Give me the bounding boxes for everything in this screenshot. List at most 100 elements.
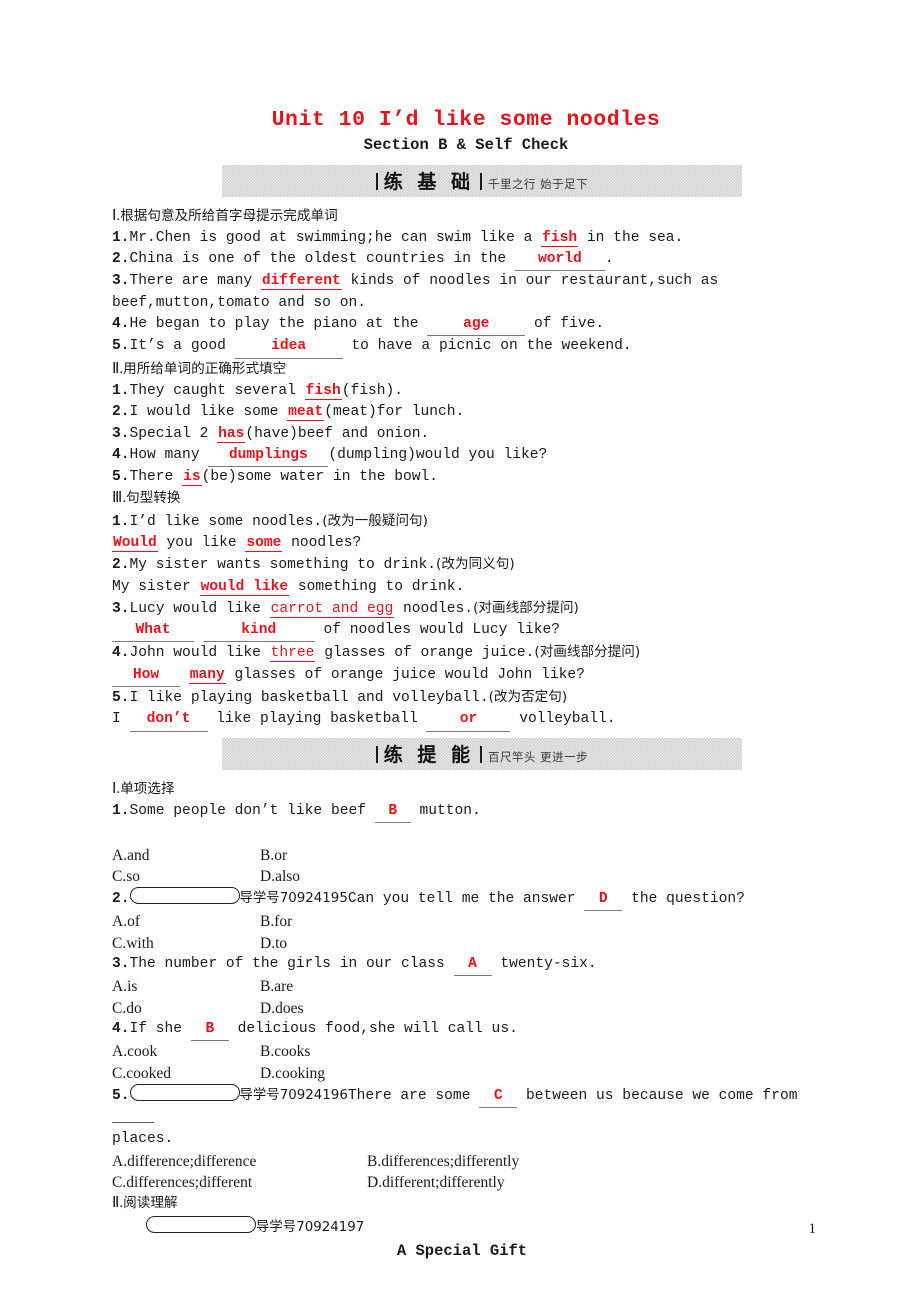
basics-p1-item-3-cont: beef,mutton,tomato and so on. xyxy=(112,294,366,311)
basics-p2-item-5: 5.There is(be)some water in the bowl. xyxy=(112,469,439,487)
guidance-label: 导学号 xyxy=(239,1087,280,1103)
option-b[interactable]: B.for xyxy=(260,913,292,930)
option-b[interactable]: B.cooks xyxy=(260,1043,310,1060)
option-b[interactable]: B.differences;differently xyxy=(367,1153,519,1170)
heading-ability-part1: Ⅰ.单项选择 xyxy=(112,780,175,797)
banner-practice-basics: 练 基 础 千里之行 始于足下 xyxy=(222,164,742,197)
banner-left-bar-icon xyxy=(375,746,378,764)
answer-blank: B xyxy=(374,801,411,824)
basics-p1-item-4: 4.He began to play the piano at the age … xyxy=(112,314,812,337)
basics-p2-item-1: 1.They caught several fish(fish). xyxy=(112,382,404,400)
heading-basics-part2: Ⅱ.用所给单词的正确形式填空 xyxy=(112,360,287,377)
mc-options-3: A.is B.are xyxy=(112,976,812,997)
mc-options-5: A.difference;difference B.differences;dif… xyxy=(112,1151,812,1172)
mc-options-4: A.cook B.cooks xyxy=(112,1041,812,1062)
answer-blank: is xyxy=(182,469,202,487)
option-d[interactable]: D.to xyxy=(260,935,287,952)
option-c[interactable]: C.do xyxy=(112,998,260,1019)
banner-inner: 练 基 础 千里之行 始于足下 xyxy=(375,167,589,194)
basics-p2-item-4: 4.How many dumplings (dumpling)would you … xyxy=(112,445,812,468)
answer-blank: age xyxy=(427,314,526,337)
mc-question-4: 4.If she B delicious food,she will call … xyxy=(112,1019,812,1042)
banner-right-bar-icon xyxy=(480,173,483,191)
underlined-phrase: carrot and egg xyxy=(269,600,395,618)
mc-options-3-row2: C.do D.does xyxy=(112,998,812,1019)
option-c[interactable]: C.cooked xyxy=(112,1063,260,1084)
option-a[interactable]: A.of xyxy=(112,911,260,932)
answer-blank: B xyxy=(190,1019,229,1042)
answer-blank: don’t xyxy=(129,709,208,732)
guidance-number: 70924195 xyxy=(279,891,348,907)
mc-options-5-row2: C.differences;different D.different;diffe… xyxy=(112,1172,812,1193)
mc-options-4-row2: C.cooked D.cooking xyxy=(112,1063,812,1084)
basics-p3-item-2-prompt: 2.My sister wants something to drink.(改为… xyxy=(112,556,515,574)
page-number: 1 xyxy=(808,1221,817,1237)
heading-basics-part3: Ⅲ.句型转换 xyxy=(112,490,181,507)
banner-title: 练 基 础 xyxy=(383,171,475,194)
mc-question-1: 1.Some people don’t like beef B mutton. xyxy=(112,801,812,824)
answer-blank: A xyxy=(453,954,492,977)
option-c[interactable]: C.so xyxy=(112,866,260,887)
answer-blank: meat xyxy=(287,404,325,422)
guidance-number: 70924196 xyxy=(279,1087,348,1103)
option-a[interactable]: A.is xyxy=(112,976,260,997)
basics-p2-item-2: 2.I would like some meat(meat)for lunch. xyxy=(112,404,465,422)
answer-blank: fish xyxy=(541,229,579,247)
basics-p3-item-5-prompt: 5.I like playing basketball and volleyba… xyxy=(112,689,568,707)
option-a[interactable]: A.cook xyxy=(112,1041,260,1062)
basics-p3-item-3-prompt: 3.Lucy would like carrot and egg noodles… xyxy=(112,599,579,618)
guidance-label: 导学号 xyxy=(256,1219,297,1235)
banner-motto: 千里之行 始于足下 xyxy=(488,177,589,192)
basics-p1-item-2: 2.China is one of the oldest countries i… xyxy=(112,249,812,272)
answer-blank: D xyxy=(584,889,623,912)
answer-blank: different xyxy=(260,273,342,291)
banner-left-bar-icon xyxy=(375,173,378,191)
empty-blank xyxy=(112,1108,154,1124)
basics-p3-item-4-answer: How many glasses of orange juice would J… xyxy=(112,665,812,688)
answer-blank: would like xyxy=(199,578,290,596)
reading-article-title: A Special Gift xyxy=(396,1241,528,1260)
basics-p3-item-5-answer: I don’t like playing basketball or volle… xyxy=(112,709,812,732)
option-a[interactable]: A.and xyxy=(112,845,260,866)
section-subtitle: Section B & Self Check xyxy=(363,135,569,154)
option-d[interactable]: D.different;differently xyxy=(367,1174,505,1191)
answer-blank: Would xyxy=(112,534,158,552)
answer-blank: kind xyxy=(202,620,315,643)
heading-basics-part1: Ⅰ.根据句意及所给首字母提示完成单词 xyxy=(112,207,338,224)
banner-title: 练 提 能 xyxy=(383,744,475,767)
mc-question-5-cont: places. xyxy=(112,1131,174,1148)
option-b[interactable]: B.are xyxy=(260,978,293,995)
mc-options-1-row2: C.so D.also xyxy=(112,866,812,887)
basics-p1-item-1: 1.Mr.Chen is good at swimming;he can swi… xyxy=(112,229,684,247)
answer-blank: has xyxy=(217,425,246,443)
answer-blank: How xyxy=(112,665,180,688)
mc-options-2: A.of B.for xyxy=(112,911,812,932)
guidance-number-pill xyxy=(146,1215,256,1233)
guidance-label: 导学号 xyxy=(239,891,280,907)
mc-options-2-row2: C.with D.to xyxy=(112,933,812,954)
banner-inner: 练 提 能 百尺竿头 更进一步 xyxy=(375,740,589,767)
banner-right-bar-icon xyxy=(480,746,483,764)
mc-question-3: 3.The number of the girls in our class A… xyxy=(112,954,812,977)
option-b[interactable]: B.or xyxy=(260,847,287,864)
banner-motto: 百尺竿头 更进一步 xyxy=(488,750,589,765)
page-content: Unit 10 I’d like some noodles Section B … xyxy=(112,108,812,1262)
basics-p3-item-3-answer: What kind of noodles would Lucy like? xyxy=(112,620,812,643)
basics-p3-item-1-answer: Would you like some noodles? xyxy=(112,534,362,552)
answer-blank: What xyxy=(112,620,194,643)
answer-blank: or xyxy=(426,709,511,732)
answer-blank: some xyxy=(245,534,283,552)
page-title: Unit 10 I’d like some noodles xyxy=(271,108,661,132)
option-d[interactable]: D.does xyxy=(260,1000,303,1017)
answer-blank: fish xyxy=(304,382,342,400)
option-a[interactable]: A.difference;difference xyxy=(112,1151,367,1172)
answer-blank: C xyxy=(479,1086,518,1109)
banner-practice-ability: 练 提 能 百尺竿头 更进一步 xyxy=(222,737,742,770)
option-c[interactable]: C.differences;different xyxy=(112,1172,367,1193)
option-d[interactable]: D.cooking xyxy=(260,1065,325,1082)
basics-p2-item-3: 3.Special 2 has(have)beef and onion. xyxy=(112,425,430,443)
basics-p3-item-1-prompt: 1.I’d like some noodles.(改为一般疑问句) xyxy=(112,512,428,530)
guidance-number-pill xyxy=(129,1083,240,1101)
option-c[interactable]: C.with xyxy=(112,933,260,954)
option-d[interactable]: D.also xyxy=(260,868,300,885)
